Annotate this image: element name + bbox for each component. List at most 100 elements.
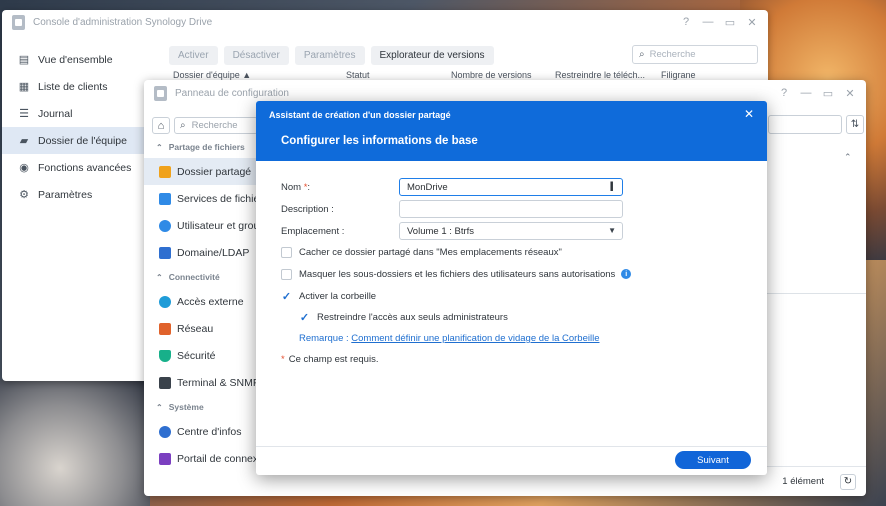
help-icon[interactable]: ?: [778, 87, 790, 100]
required-mark: *: [281, 354, 285, 365]
info-icon: [159, 425, 171, 438]
sidebar-item-login-portal[interactable]: Portail de connexion: [144, 445, 272, 472]
required-field-note: * Ce champ est requis.: [281, 354, 378, 365]
control-panel-filter-input[interactable]: [768, 115, 842, 134]
sidebar-item-label: Liste de clients: [38, 80, 108, 93]
sidebar-item-label: Journal: [38, 107, 73, 120]
enable-button[interactable]: Activer: [169, 45, 218, 65]
sidebar-item-team-folder[interactable]: ▰ Dossier de l'équipe: [2, 127, 144, 154]
name-field[interactable]: MonDrive ▐: [399, 178, 623, 196]
user-group-icon: [159, 219, 171, 232]
refresh-button[interactable]: ↻: [840, 473, 856, 490]
sidebar-item-label: Centre d'infos: [177, 425, 242, 438]
info-icon[interactable]: i: [621, 269, 632, 279]
section-file-sharing[interactable]: ⌃ Partage de fichiers: [144, 136, 256, 158]
control-panel-search-input[interactable]: ⌕ Recherche: [174, 117, 258, 134]
advanced-icon: ◉: [19, 162, 29, 174]
sidebar-item-client-list[interactable]: ▦ Liste de clients: [2, 73, 144, 100]
sidebar-item-settings[interactable]: ⚙ Paramètres: [2, 181, 144, 208]
enable-recycle-bin-checkbox[interactable]: ✓ Activer la corbeille: [281, 288, 376, 304]
restrict-admins-checkbox[interactable]: ✓ Restreindre l'accès aux seuls administ…: [299, 309, 508, 325]
description-field[interactable]: [399, 200, 623, 218]
sidebar-item-label: Fonctions avancées: [38, 161, 132, 174]
hide-in-network-checkbox[interactable]: Cacher ce dossier partagé dans "Mes empl…: [281, 244, 562, 260]
remark-label: Remarque :: [299, 333, 349, 344]
home-button[interactable]: ⌂: [152, 117, 170, 134]
window-title: Panneau de configuration: [175, 87, 289, 99]
sidebar-item-info-center[interactable]: Centre d'infos: [144, 418, 256, 445]
location-select[interactable]: Volume 1 : Btrfs ▼: [399, 222, 623, 240]
search-placeholder: Recherche: [649, 49, 696, 60]
domain-icon: [159, 246, 171, 259]
sidebar-item-label: Sécurité: [177, 349, 216, 362]
recycle-bin-remark: Remarque : Comment définir une planifica…: [299, 333, 599, 344]
folder-icon: [159, 165, 171, 178]
wizard-footer: Suivant: [256, 446, 767, 475]
sort-button[interactable]: ⇅: [846, 115, 864, 134]
sidebar-item-log[interactable]: ☰ Journal: [2, 100, 144, 127]
search-icon: ⌕: [639, 49, 645, 60]
sidebar-item-advanced[interactable]: ◉ Fonctions avancées: [2, 154, 144, 181]
sidebar-item-terminal-snmp[interactable]: Terminal & SNMP: [144, 369, 260, 396]
sidebar-item-security[interactable]: Sécurité: [144, 342, 256, 369]
next-button[interactable]: Suivant: [675, 451, 751, 469]
chevron-up-icon: ⌃: [156, 402, 163, 412]
location-value: Volume 1 : Btrfs: [407, 225, 475, 237]
create-shared-folder-wizard: Assistant de création d'un dossier parta…: [256, 101, 767, 475]
sidebar-item-label: Services de fichiers: [177, 192, 269, 205]
minimize-icon[interactable]: —: [702, 16, 714, 29]
version-explorer-button[interactable]: Explorateur de versions: [370, 45, 494, 65]
drive-console-sidebar: ▤ Vue d'ensemble ▦ Liste de clients ☰ Jo…: [2, 46, 144, 208]
client-list-icon: ▦: [18, 81, 30, 93]
hide-subfolders-checkbox[interactable]: Masquer les sous-dossiers et les fichier…: [281, 266, 632, 282]
chevron-up-icon[interactable]: ⌃: [844, 152, 852, 163]
settings-button[interactable]: Paramètres: [294, 45, 365, 65]
file-services-icon: [159, 192, 171, 205]
maximize-icon[interactable]: ▭: [822, 87, 834, 100]
location-label: Emplacement :: [281, 225, 345, 237]
sidebar-item-external-access[interactable]: Accès externe: [144, 288, 256, 315]
maximize-icon[interactable]: ▭: [724, 16, 736, 29]
sidebar-item-overview[interactable]: ▤ Vue d'ensemble: [2, 46, 144, 73]
drive-console-titlebar[interactable]: Console d'administration Synology Drive …: [2, 10, 768, 34]
control-panel-icon: [154, 85, 167, 101]
section-system[interactable]: ⌃ Système: [144, 396, 256, 418]
checkmark-icon: ✓: [299, 311, 310, 324]
checkbox-label: Activer la corbeille: [299, 290, 377, 302]
section-label: Système: [168, 402, 204, 412]
minimize-icon[interactable]: —: [800, 87, 812, 100]
close-icon[interactable]: ✕: [844, 87, 856, 100]
sidebar-item-label: Réseau: [177, 322, 214, 335]
section-connectivity[interactable]: ⌃ Connectivité: [144, 266, 256, 288]
section-label: Partage de fichiers: [168, 142, 245, 152]
shield-icon: [159, 349, 171, 362]
sidebar-item-user-group[interactable]: Utilisateur et groupe: [144, 212, 271, 239]
wizard-header: Assistant de création d'un dossier parta…: [256, 101, 767, 161]
close-icon[interactable]: ✕: [744, 107, 754, 121]
network-icon: [159, 322, 171, 335]
item-count: 1 élément: [782, 476, 824, 487]
keyboard-icon: ▐: [608, 182, 613, 191]
sidebar-item-label: Paramètres: [38, 188, 93, 201]
name-label: Nom * :: [281, 178, 310, 196]
sort-icon: ⇅: [850, 119, 860, 130]
wizard-body: Nom * : MonDrive ▐ Description : Emplace…: [256, 161, 767, 475]
sidebar-item-label: Vue d'ensemble: [38, 53, 113, 66]
close-icon[interactable]: ✕: [746, 16, 758, 29]
checkbox-unchecked-icon: [281, 246, 292, 258]
sidebar-item-file-services[interactable]: Services de fichiers: [144, 185, 268, 212]
drive-console-search-input[interactable]: ⌕ Recherche: [632, 45, 758, 64]
name-label-colon: :: [307, 181, 311, 193]
section-label: Connectivité: [168, 272, 220, 282]
sidebar-item-label: Terminal & SNMP: [177, 376, 260, 389]
disable-button[interactable]: Désactiver: [223, 45, 289, 65]
recycle-schedule-link[interactable]: Comment définir une planification de vid…: [351, 333, 599, 344]
help-icon[interactable]: ?: [680, 16, 692, 29]
wizard-step-title: Configurer les informations de base: [281, 135, 478, 147]
sidebar-item-network[interactable]: Réseau: [144, 315, 256, 342]
sidebar-item-domain-ldap[interactable]: Domaine/LDAP: [144, 239, 256, 266]
search-placeholder: Recherche: [191, 120, 238, 131]
checkbox-unchecked-icon: [281, 268, 292, 280]
description-label: Description :: [281, 203, 334, 215]
sidebar-item-shared-folder[interactable]: Dossier partagé: [144, 158, 256, 185]
